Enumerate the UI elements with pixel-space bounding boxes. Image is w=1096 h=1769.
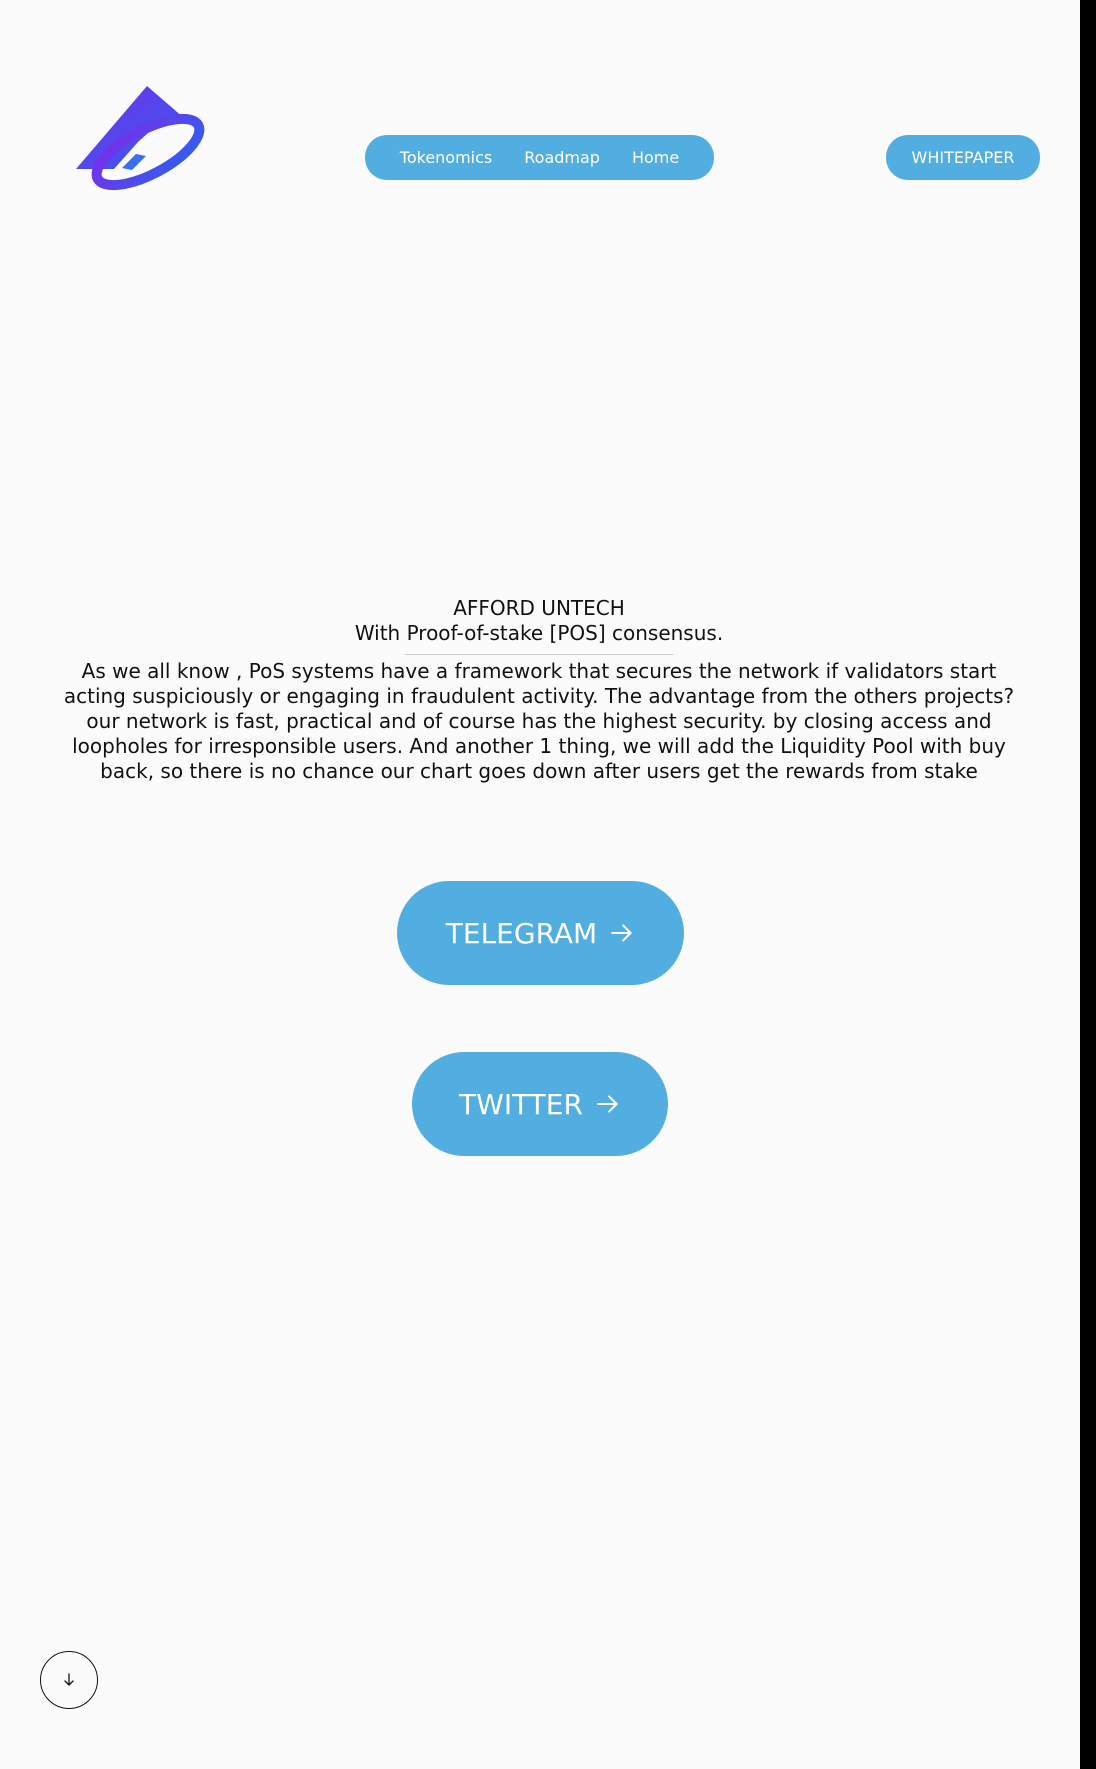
arrow-right-icon [611,924,632,942]
telegram-button[interactable]: TELEGRAM [397,881,684,985]
arrow-down-icon [64,1673,74,1686]
twitter-button-label: TWITTER [459,1087,583,1121]
hero-subtitle: With Proof-of-stake [POS] consensus. [354,621,724,645]
whitepaper-button[interactable]: WHITEPAPER [886,135,1040,180]
scroll-down-button[interactable] [40,1651,98,1709]
telegram-button-label: TELEGRAM [445,916,598,950]
nav-link-tokenomics[interactable]: Tokenomics [400,148,492,167]
nav-link-home[interactable]: Home [632,148,679,167]
hero-divider [405,654,673,655]
main-nav: Tokenomics Roadmap Home [365,135,714,180]
nav-link-roadmap[interactable]: Roadmap [524,148,600,167]
page-scrollbar-strip [1080,0,1096,1769]
arrow-right-icon [597,1095,618,1113]
twitter-button[interactable]: TWITTER [412,1052,668,1156]
hero-description: As we all know , PoS systems have a fram… [63,659,1015,783]
hero-section: AFFORD UNTECH With Proof-of-stake [POS] … [44,596,1034,784]
hero-title: AFFORD UNTECH [453,596,625,620]
arrow-up-orbit-logo-icon [76,86,205,191]
brand-logo[interactable] [76,84,206,196]
